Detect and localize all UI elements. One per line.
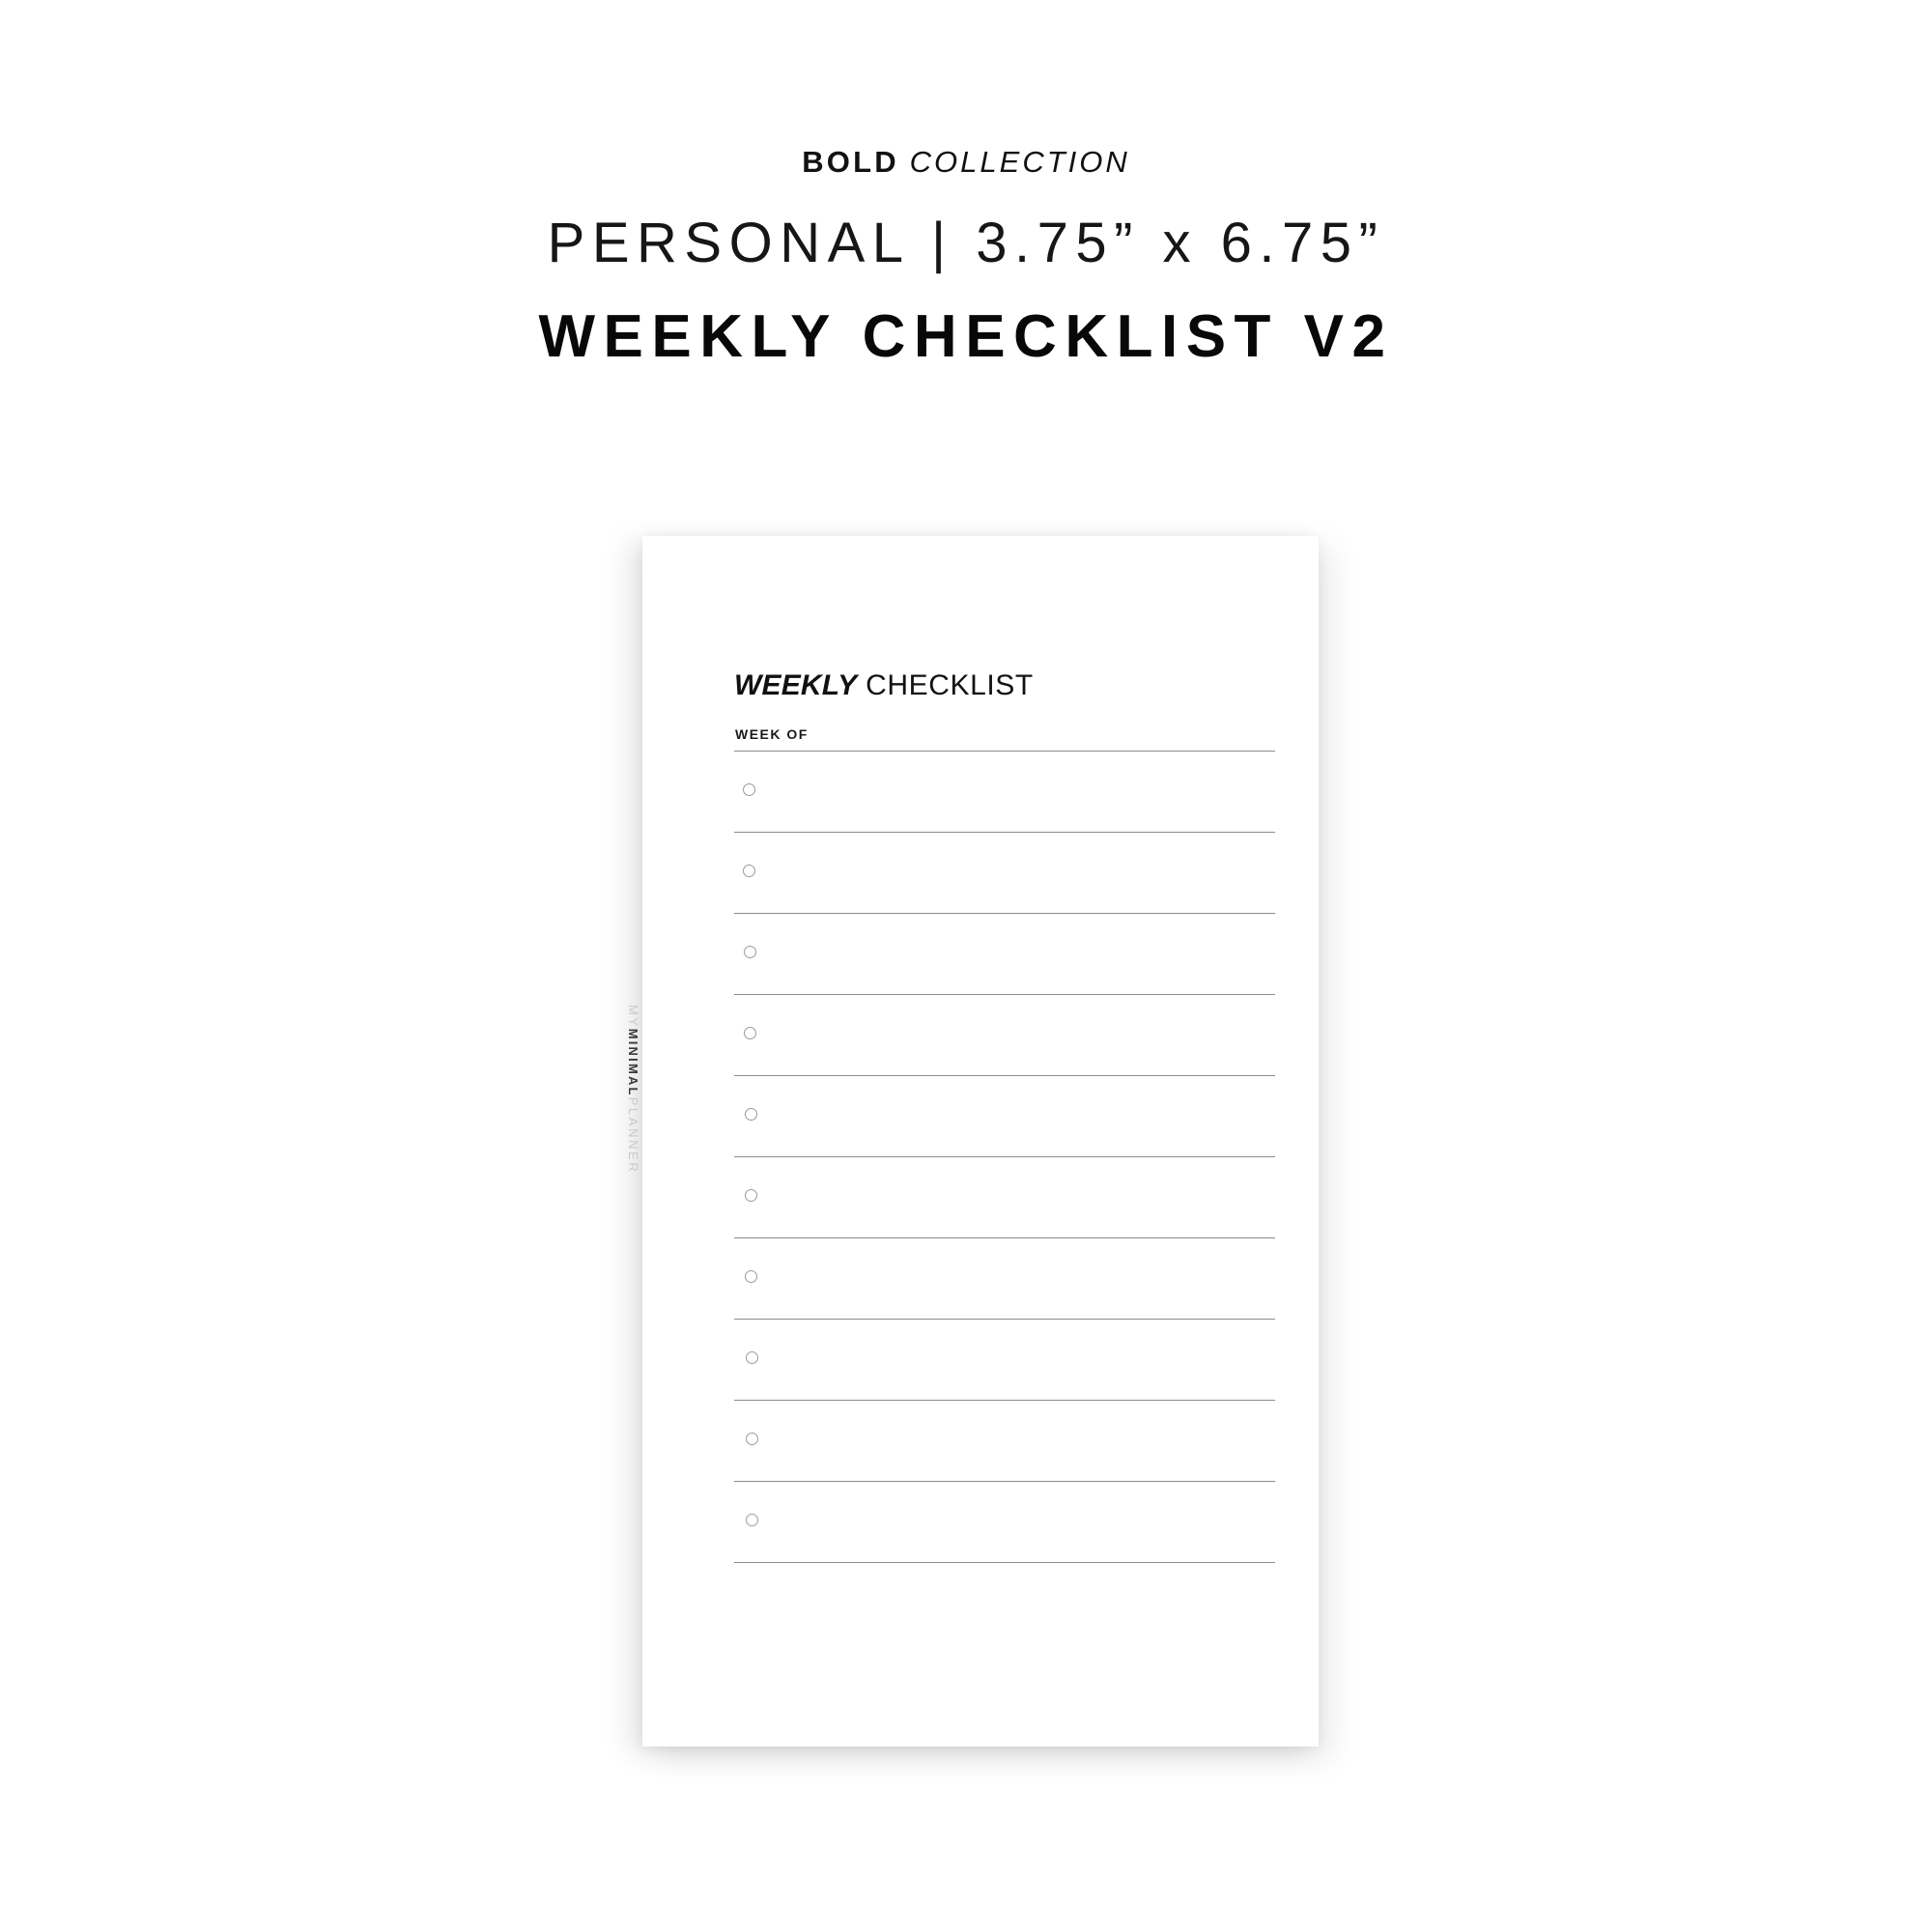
collection-name-italic: COLLECTION [909, 145, 1130, 179]
printable-page-card: MYMINIMALPLANNER WEEKLY CHECKLIST WEEK O… [626, 536, 1319, 1747]
product-size-line: PERSONAL | 3.75” x 6.75” [547, 212, 1385, 274]
checkbox-circle-icon[interactable] [743, 783, 755, 796]
sheet-title-checklist: CHECKLIST [866, 669, 1034, 701]
checklist-row[interactable] [734, 1319, 1275, 1400]
checklist-row-rule [734, 1562, 1275, 1563]
promo-header: BOLD COLLECTION PERSONAL | 3.75” x 6.75”… [0, 0, 1932, 367]
checklist-item-input[interactable] [767, 1494, 1269, 1548]
checklist-item-input[interactable] [767, 764, 1269, 818]
checkbox-circle-icon[interactable] [746, 1514, 759, 1526]
checklist-row[interactable] [734, 1481, 1275, 1562]
checklist-item-input[interactable] [767, 1251, 1269, 1305]
checklist-row[interactable] [734, 1156, 1275, 1237]
sheet-title: WEEKLY CHECKLIST [734, 671, 1034, 700]
checkbox-circle-icon[interactable] [743, 865, 756, 877]
checklist-row[interactable] [734, 1237, 1275, 1319]
checklist-row[interactable] [734, 1075, 1275, 1156]
sheet-content-area: WEEKLY CHECKLIST WEEK OF [734, 536, 1275, 1747]
checklist-item-input[interactable] [767, 1170, 1269, 1224]
checkbox-circle-icon[interactable] [745, 1270, 758, 1283]
checklist-item-input[interactable] [767, 1008, 1269, 1062]
checkbox-circle-icon[interactable] [745, 1351, 758, 1364]
collection-name-bold: BOLD [802, 145, 899, 179]
checkbox-circle-icon[interactable] [744, 1027, 757, 1039]
checklist-item-input[interactable] [767, 1332, 1269, 1386]
watermark-suffix: PLANNER [626, 1096, 640, 1175]
checklist-row[interactable] [734, 1400, 1275, 1481]
brand-watermark: MYMINIMALPLANNER [626, 1005, 640, 1294]
checkbox-circle-icon[interactable] [744, 1189, 757, 1202]
checklist-row[interactable] [734, 994, 1275, 1075]
checklist-item-input[interactable] [767, 1413, 1269, 1467]
checklist-row[interactable] [734, 832, 1275, 913]
checklist-row[interactable] [734, 913, 1275, 994]
product-title: WEEKLY CHECKLIST V2 [538, 303, 1394, 370]
checklist-item-input[interactable] [767, 845, 1269, 899]
watermark-emphasis: MINIMAL [626, 1028, 640, 1097]
checklist-item-input[interactable] [767, 1089, 1269, 1143]
checkbox-circle-icon[interactable] [743, 946, 756, 958]
collection-line: BOLD COLLECTION [0, 147, 1932, 177]
week-of-label: WEEK OF [735, 726, 809, 742]
sheet-title-weekly: WEEKLY [734, 669, 858, 701]
checklist-item-input[interactable] [767, 926, 1269, 980]
checkbox-circle-icon[interactable] [744, 1108, 757, 1121]
checkbox-circle-icon[interactable] [746, 1433, 759, 1445]
checklist-row[interactable] [734, 751, 1275, 832]
watermark-prefix: MY [626, 1005, 640, 1029]
